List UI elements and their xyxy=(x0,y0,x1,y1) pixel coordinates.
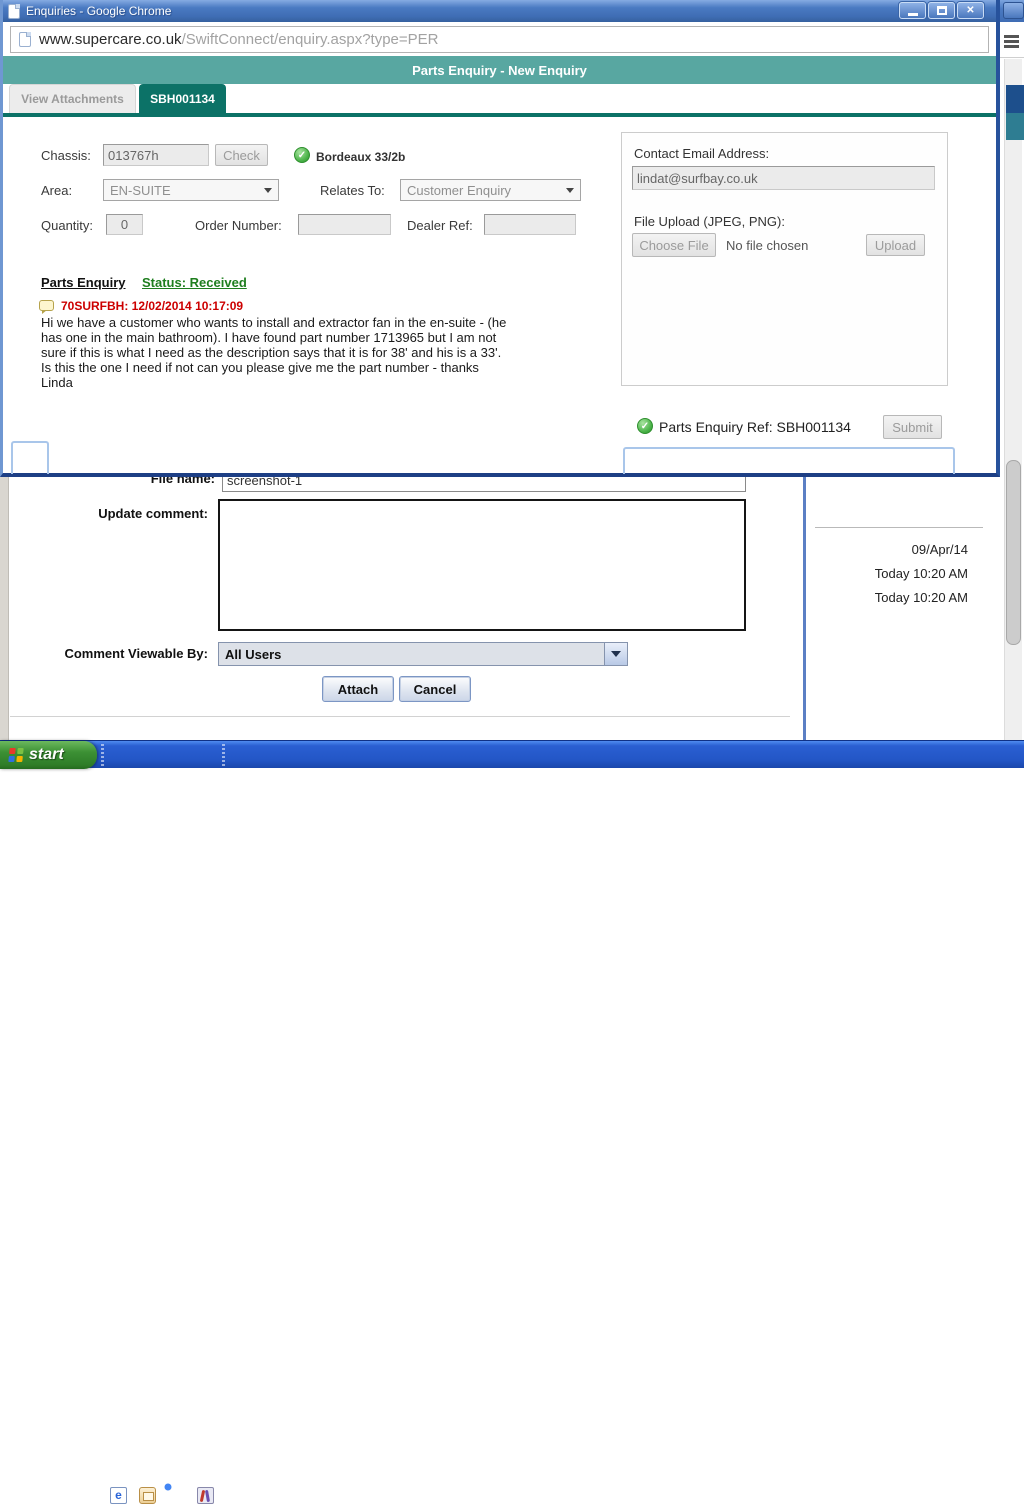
relates-to-select[interactable]: Customer Enquiry xyxy=(400,179,581,201)
internet-explorer-icon[interactable]: e xyxy=(110,1487,127,1504)
comment-body: Hi we have a customer who wants to insta… xyxy=(41,315,507,390)
attach-button[interactable]: Attach xyxy=(322,676,394,702)
background-window-left-edge xyxy=(0,477,9,740)
chevron-down-icon xyxy=(611,651,621,657)
start-button[interactable]: start xyxy=(0,741,97,769)
quantity-label: Quantity: xyxy=(41,218,93,233)
page-title: Parts Enquiry - New Enquiry xyxy=(3,56,996,84)
url-path: /SwiftConnect/enquiry.aspx?type=PER xyxy=(182,31,439,48)
comment-bubble-icon xyxy=(39,300,54,311)
combo-dropdown-button[interactable] xyxy=(604,643,627,665)
dealer-ref-label: Dealer Ref: xyxy=(407,218,473,233)
submit-button[interactable]: Submit xyxy=(883,415,942,439)
area-select[interactable]: EN-SUITE xyxy=(103,179,279,201)
close-icon: ✕ xyxy=(966,5,974,16)
iframe-outline-left xyxy=(11,441,49,474)
email-label: Contact Email Address: xyxy=(634,146,769,161)
comment-viewable-label: Comment Viewable By: xyxy=(55,646,208,661)
menu-icon[interactable] xyxy=(1004,35,1019,50)
cancel-button[interactable]: Cancel xyxy=(399,676,471,702)
page-icon xyxy=(19,32,31,47)
quantity-input[interactable] xyxy=(106,214,143,235)
window-titlebar[interactable]: Enquiries - Google Chrome ✕ xyxy=(3,0,996,22)
date-item: Today 10:20 AM xyxy=(806,586,968,610)
taskbar-separator xyxy=(101,744,104,766)
background-content-edge-teal xyxy=(1006,113,1024,140)
close-button[interactable]: ✕ xyxy=(957,2,984,19)
ref-success-icon: ✓ xyxy=(637,418,653,434)
minimize-button[interactable] xyxy=(899,2,926,19)
dates-divider xyxy=(815,527,983,528)
iframe-outline-right xyxy=(623,447,955,474)
window-title: Enquiries - Google Chrome xyxy=(26,4,171,18)
status-badge: Status: Received xyxy=(142,275,247,290)
check-button[interactable]: Check xyxy=(215,144,268,166)
chassis-label: Chassis: xyxy=(41,148,91,163)
choose-file-button[interactable]: Choose File xyxy=(632,233,716,257)
file-upload-label: File Upload (JPEG, PNG): xyxy=(634,214,785,229)
url-host: www.supercare.co.uk xyxy=(39,31,182,48)
tab-strip: View Attachments SBH001134 xyxy=(3,84,996,113)
dialog-bottom-divider xyxy=(10,716,790,717)
enquiry-section-title: Parts Enquiry xyxy=(41,275,126,290)
chevron-down-icon xyxy=(264,188,272,193)
update-comment-label: Update comment: xyxy=(68,506,208,521)
windows-logo-icon xyxy=(8,748,23,762)
upload-button[interactable]: Upload xyxy=(866,234,925,256)
maximize-icon xyxy=(937,6,947,15)
date-item: Today 10:20 AM xyxy=(806,562,968,586)
maximize-button[interactable] xyxy=(928,2,955,19)
area-value: EN-SUITE xyxy=(110,183,171,198)
tab-enquiry-ref[interactable]: SBH001134 xyxy=(139,84,226,113)
minimize-icon xyxy=(908,13,918,16)
no-file-chosen-text: No file chosen xyxy=(726,238,808,253)
relates-to-value: Customer Enquiry xyxy=(407,183,511,198)
enquiry-popup-window: Enquiries - Google Chrome ✕ www.supercar… xyxy=(0,0,1000,477)
relates-to-label: Relates To: xyxy=(320,183,385,198)
taskbar: start e xyxy=(0,740,1024,768)
comment-header: 70SURFBH: 12/02/2014 10:17:09 xyxy=(61,299,243,313)
date-item: 09/Apr/14 xyxy=(806,538,968,562)
taskbar-separator xyxy=(222,744,225,766)
chassis-input[interactable] xyxy=(103,144,209,166)
dealer-ref-input[interactable] xyxy=(484,214,576,235)
tab-view-attachments[interactable]: View Attachments xyxy=(9,84,136,113)
date-list: 09/Apr/14 Today 10:20 AM Today 10:20 AM xyxy=(806,538,968,610)
background-close-button[interactable] xyxy=(1003,2,1024,19)
url-bar: www.supercare.co.uk/SwiftConnect/enquiry… xyxy=(3,22,996,56)
order-number-label: Order Number: xyxy=(195,218,282,233)
comment-viewable-value: All Users xyxy=(219,647,604,662)
area-label: Area: xyxy=(41,183,72,198)
mail-icon[interactable] xyxy=(139,1487,156,1504)
email-input[interactable] xyxy=(632,166,935,190)
paint-tools-icon[interactable] xyxy=(197,1487,214,1504)
chevron-down-icon xyxy=(566,188,574,193)
url-input[interactable]: www.supercare.co.uk/SwiftConnect/enquiry… xyxy=(10,26,989,53)
page-icon xyxy=(8,4,20,19)
tab-underline xyxy=(3,113,996,117)
start-label: start xyxy=(29,746,64,764)
order-number-input[interactable] xyxy=(298,214,391,235)
update-comment-textarea[interactable] xyxy=(218,499,746,631)
comment-viewable-select[interactable]: All Users xyxy=(218,642,628,666)
enquiry-ref-text: Parts Enquiry Ref: SBH001134 xyxy=(659,419,851,435)
background-scrollbar-thumb[interactable] xyxy=(1006,460,1021,645)
contact-panel: Contact Email Address: File Upload (JPEG… xyxy=(621,132,948,386)
chassis-result-text: Bordeaux 33/2b xyxy=(316,150,405,164)
check-success-icon: ✓ xyxy=(294,147,310,163)
background-content-edge-navy xyxy=(1006,85,1024,113)
